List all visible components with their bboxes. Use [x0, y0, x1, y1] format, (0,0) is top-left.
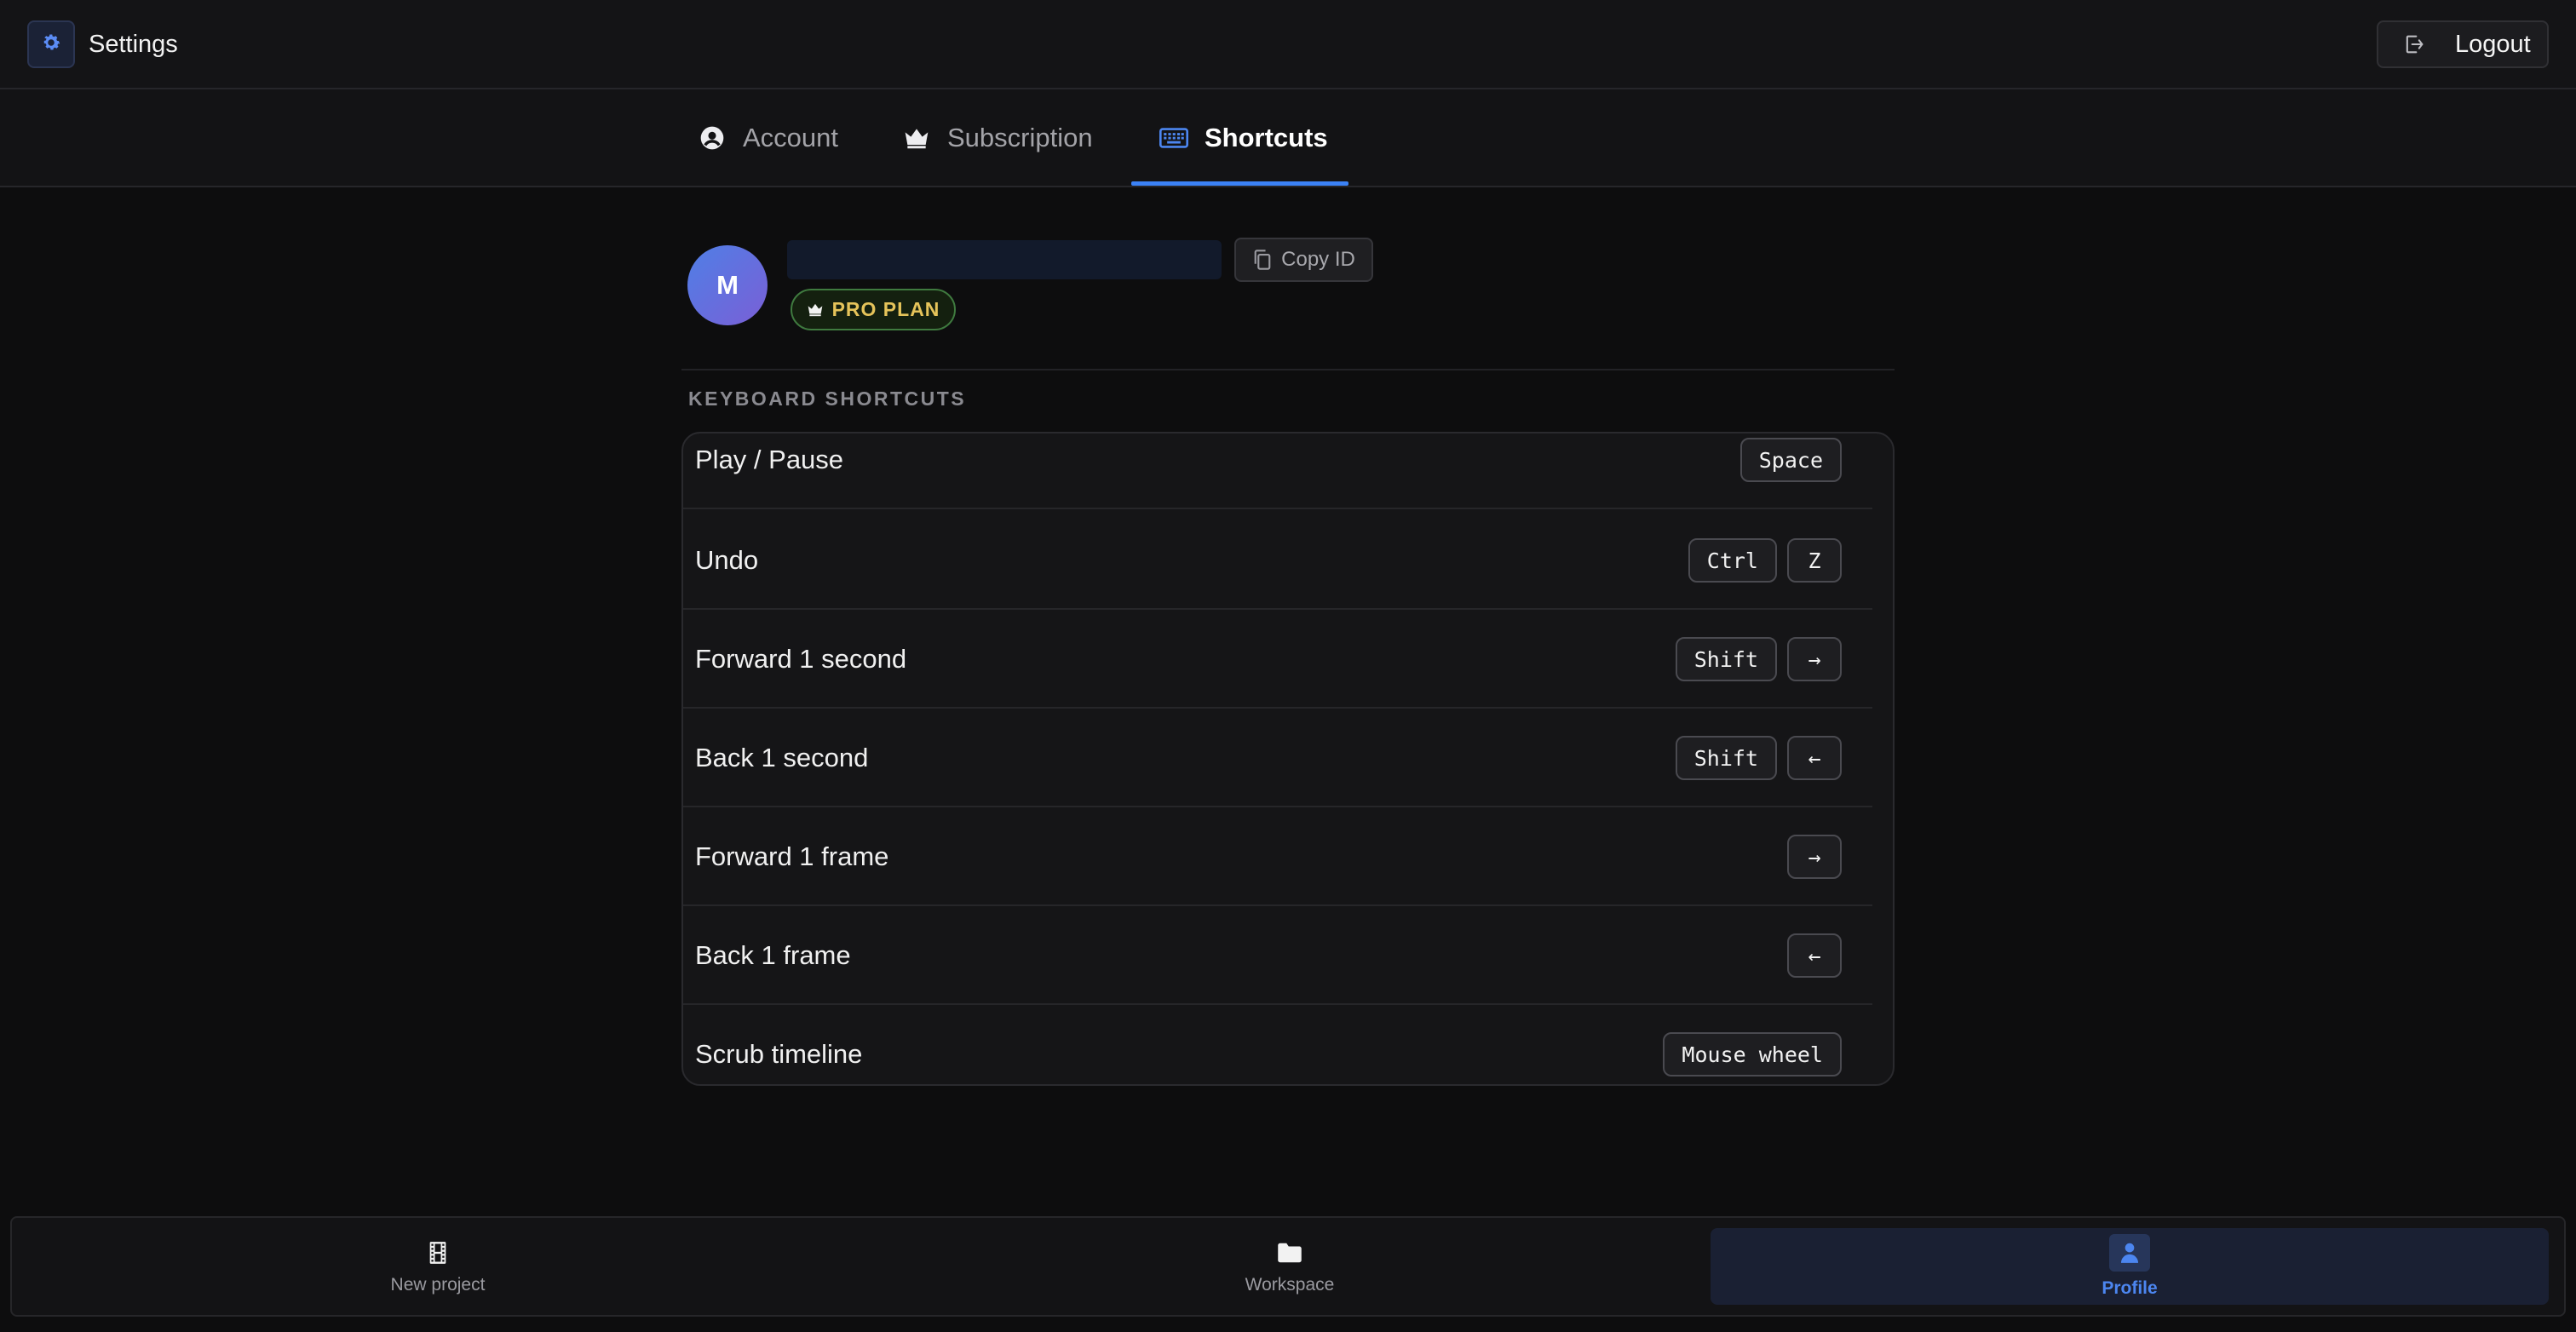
tab-label: Account [743, 122, 839, 152]
nav-new-project[interactable]: New project [12, 1218, 864, 1315]
list-item: Play / Pause Space [683, 433, 1872, 509]
keyboard-icon [1159, 123, 1189, 153]
copy-icon [1252, 249, 1273, 271]
nav-label: New project [390, 1275, 486, 1295]
key-cap: Mouse wheel [1663, 1032, 1842, 1077]
shortcut-label: Forward 1 frame [695, 841, 889, 871]
key-cap: → [1787, 835, 1842, 879]
tab-label: Subscription [947, 122, 1093, 152]
user-icon [2109, 1234, 2150, 1272]
settings-badge [27, 20, 75, 68]
shortcut-keys: Shift → [1675, 610, 1842, 709]
list-item: Forward 1 frame → [683, 807, 1872, 906]
shortcut-label: Back 1 frame [695, 940, 851, 970]
copy-id-label: Copy ID [1281, 248, 1355, 271]
folder-icon [1277, 1237, 1302, 1268]
bottom-navigation: New project Workspace Profile [10, 1216, 2566, 1317]
shortcut-label: Forward 1 second [695, 644, 907, 674]
logout-label: Logout [2455, 30, 2531, 58]
crown-icon [901, 123, 932, 153]
tab-account[interactable]: Account [697, 89, 838, 186]
crown-icon [807, 302, 824, 317]
nav-profile[interactable]: Profile [1711, 1228, 2549, 1305]
key-cap: ← [1787, 736, 1842, 780]
shortcut-keys: → [1787, 807, 1842, 906]
plan-badge: PRO PLAN [791, 289, 956, 330]
key-cap: Z [1787, 538, 1842, 583]
list-item: Forward 1 second Shift → [683, 610, 1872, 709]
copy-id-button[interactable]: Copy ID [1234, 238, 1373, 282]
logout-icon [2401, 31, 2428, 58]
shortcut-keys: Mouse wheel [1663, 1005, 1842, 1084]
shortcut-label: Scrub timeline [695, 1039, 863, 1069]
top-bar: Settings Logout [0, 0, 2576, 89]
user-circle-icon [697, 123, 727, 153]
shortcut-keys: Shift ← [1675, 709, 1842, 807]
section-divider [681, 369, 1895, 370]
shortcut-keys: ← [1787, 906, 1842, 1005]
tab-subscription[interactable]: Subscription [901, 89, 1093, 186]
gear-icon [40, 32, 62, 58]
key-cap: Shift [1675, 736, 1777, 780]
key-cap: Shift [1675, 637, 1777, 681]
film-icon [428, 1237, 447, 1268]
plan-label: PRO PLAN [831, 298, 940, 320]
shortcut-label: Undo [695, 545, 759, 575]
nav-label: Profile [2102, 1278, 2158, 1298]
key-cap: → [1787, 637, 1842, 681]
list-item: Back 1 frame ← [683, 906, 1872, 1005]
shortcut-keys: Space [1739, 433, 1842, 509]
list-item: Back 1 second Shift ← [683, 709, 1872, 807]
list-item: Scrub timeline Mouse wheel [683, 1005, 1872, 1084]
page-title: Settings [89, 31, 178, 58]
list-item: Undo Ctrl Z [683, 511, 1872, 610]
nav-label: Workspace [1245, 1275, 1335, 1295]
section-title: KEYBOARD SHORTCUTS [688, 388, 967, 410]
logout-button[interactable]: Logout [2377, 20, 2549, 68]
nav-workspace[interactable]: Workspace [864, 1218, 1716, 1315]
shortcut-keys: Ctrl Z [1688, 511, 1842, 610]
key-cap: Ctrl [1688, 538, 1777, 583]
tab-shortcuts[interactable]: Shortcuts [1159, 89, 1328, 186]
user-id-field [787, 240, 1222, 279]
shortcut-label: Back 1 second [695, 743, 869, 772]
active-tab-indicator [1131, 181, 1348, 186]
key-cap: Space [1739, 438, 1842, 482]
key-cap: ← [1787, 933, 1842, 978]
settings-tabs: Account Subscription Shortcuts [0, 89, 2576, 187]
avatar: M [687, 245, 768, 325]
shortcut-label: Play / Pause [695, 445, 844, 474]
tab-label: Shortcuts [1205, 122, 1328, 152]
shortcuts-list: Play / Pause Space Undo Ctrl Z Forward 1… [681, 432, 1895, 1086]
